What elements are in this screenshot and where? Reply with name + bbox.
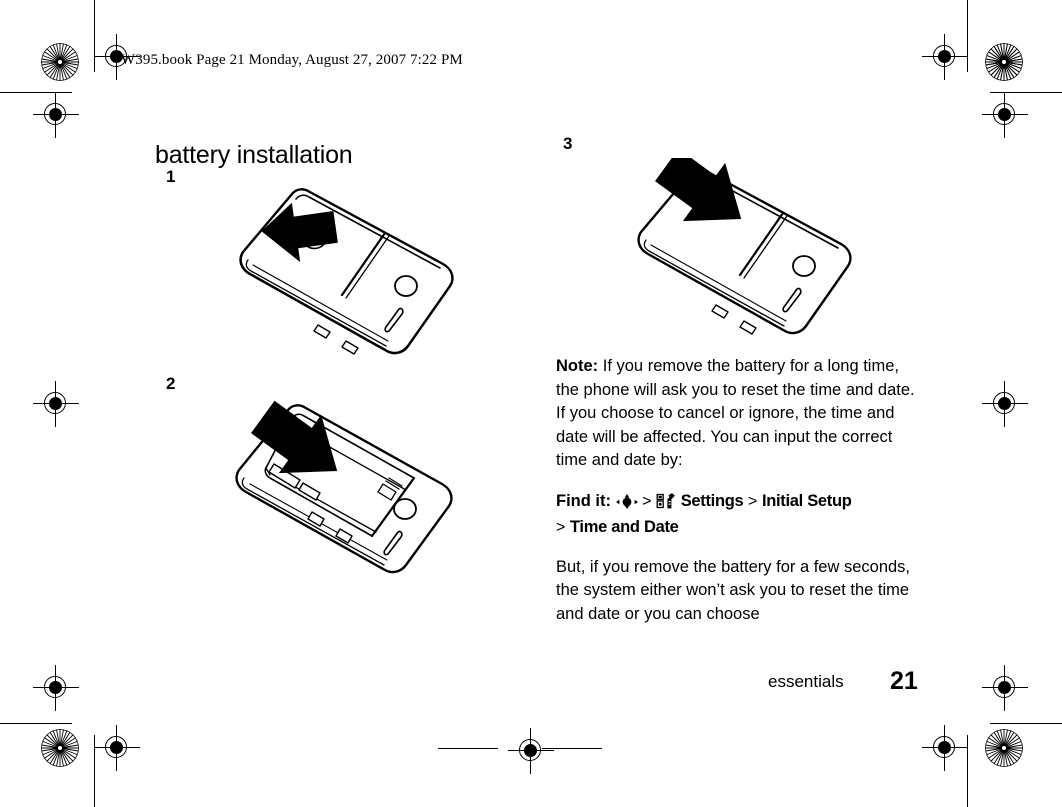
registration-mark-top-left-inner	[33, 92, 79, 138]
settings-wrench-icon	[656, 493, 676, 516]
registration-mark-bottom-right-outer	[922, 725, 968, 771]
book-header-note: W395.book Page 21 Monday, August 27, 200…	[121, 52, 463, 68]
step-number-1: 1	[166, 167, 176, 186]
crop-line-top-right-horizontal	[990, 92, 1062, 93]
closing-paragraph: But, if you remove the battery for a few…	[556, 557, 911, 623]
star-target-top-right	[985, 43, 1023, 81]
star-target-bottom-left	[41, 729, 79, 767]
crop-line-bottom-center-horizontal-right	[542, 748, 602, 749]
figure-step-2	[200, 388, 492, 585]
path-separator-2: >	[748, 492, 758, 510]
phone-back-cover-slide-off-illustration	[239, 188, 454, 355]
crop-line-right-vertical-bottom	[967, 735, 968, 807]
figure-step-3	[598, 148, 888, 353]
step-number-3: 3	[563, 134, 573, 153]
crop-line-top-left-horizontal	[0, 92, 72, 93]
crop-line-left-vertical	[94, 0, 95, 72]
crop-line-bottom-center-horizontal	[438, 748, 498, 749]
path-separator-1: >	[642, 492, 652, 510]
registration-mark-top-right-inner	[982, 92, 1028, 138]
page-title: battery installation	[155, 140, 353, 169]
registration-mark-top-right-outer	[922, 34, 968, 80]
footer-section-label: essentials	[768, 672, 844, 691]
path-item-settings[interactable]: Settings	[681, 492, 744, 510]
body-text-column: Note: If you remove the battery for a lo…	[556, 355, 926, 626]
star-target-top-left	[41, 43, 79, 81]
crop-line-bottom-right-horizontal	[990, 723, 1062, 724]
step-number-2: 2	[166, 374, 176, 393]
find-it-path: Find it: > Settings > Initial Setup > Ti…	[556, 490, 926, 539]
note-label: Note:	[556, 357, 599, 375]
path-separator-3: >	[556, 518, 566, 536]
path-item-initial-setup[interactable]: Initial Setup	[762, 492, 852, 510]
path-item-time-and-date[interactable]: Time and Date	[570, 518, 679, 536]
phone-back-cover-slide-on-illustration	[637, 148, 852, 335]
crop-line-bottom-left-horizontal	[0, 723, 72, 724]
note-paragraph: Note: If you remove the battery for a lo…	[556, 355, 926, 473]
crop-line-right-vertical	[967, 0, 968, 72]
joystick-nav-icon	[615, 493, 638, 516]
crop-line-left-vertical-bottom	[94, 735, 95, 807]
registration-mark-bottom-left-outer	[94, 725, 140, 771]
registration-mark-mid-right	[982, 381, 1028, 427]
page-footer: essentials 21	[0, 667, 1062, 702]
footer-page-number: 21	[890, 667, 918, 695]
registration-mark-bottom-center	[508, 728, 554, 774]
figure-step-1	[200, 178, 490, 373]
battery-insertion-illustration	[235, 400, 453, 574]
note-text: If you remove the battery for a long tim…	[556, 357, 915, 469]
find-it-label: Find it:	[556, 491, 611, 510]
registration-mark-mid-left	[33, 381, 79, 427]
star-target-bottom-right	[985, 729, 1023, 767]
